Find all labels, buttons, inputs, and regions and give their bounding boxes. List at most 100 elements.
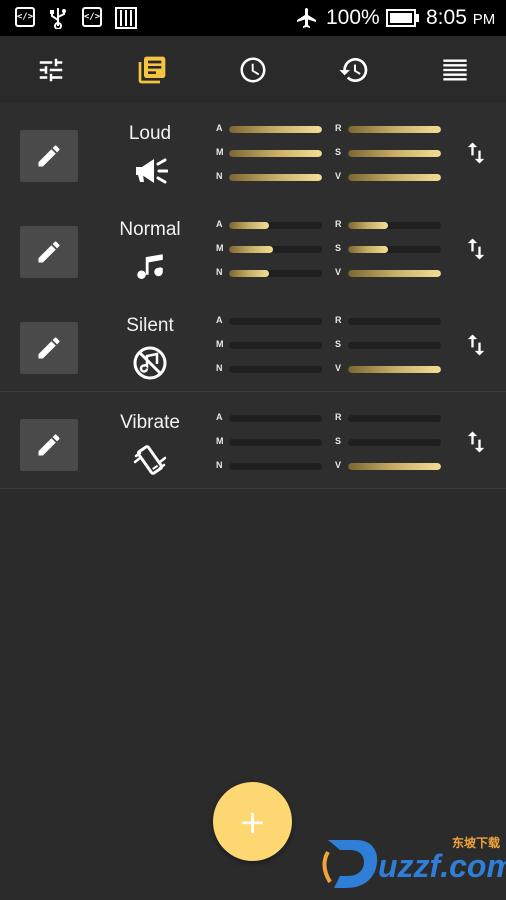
level-bar [348, 366, 441, 373]
reorder-button[interactable] [458, 135, 494, 171]
edit-profile-button[interactable] [20, 226, 78, 278]
level-bar-fill [348, 174, 441, 181]
level-label: A [216, 315, 223, 325]
level-label: M [216, 436, 224, 446]
level-bar [229, 174, 322, 181]
profile-name: Silent [126, 315, 174, 336]
level-label: V [335, 363, 342, 373]
level-label: N [216, 171, 223, 181]
watermark-brand: uzzf.com [378, 848, 506, 884]
level-bar [348, 150, 441, 157]
battery-icon [386, 9, 419, 27]
level-bar-fill [229, 246, 273, 253]
pencil-icon [38, 145, 60, 167]
level-label: N [216, 460, 223, 470]
level-label: A [216, 219, 223, 229]
add-profile-button[interactable]: + [213, 782, 292, 861]
level-bar [348, 318, 441, 325]
clock-icon [240, 57, 265, 82]
level-bar [229, 366, 322, 373]
profile-row[interactable]: Normal A M N R S V [0, 199, 506, 296]
level-bar [348, 126, 441, 133]
list-icon [442, 59, 467, 80]
level-label: A [216, 123, 223, 133]
level-bar [229, 126, 322, 133]
reorder-button[interactable] [458, 327, 494, 363]
level-bar-fill [348, 126, 441, 133]
level-label: N [216, 363, 223, 373]
tab-list[interactable] [404, 36, 505, 103]
level-bar [229, 439, 322, 446]
level-bar-fill [348, 270, 441, 277]
level-bar [229, 342, 322, 349]
level-label: R [335, 315, 342, 325]
status-bar: </> </> 100% 8:05 PM [0, 0, 506, 36]
battery-percent: 100% [326, 6, 380, 29]
tab-profiles[interactable] [101, 36, 202, 103]
level-label: R [335, 123, 342, 133]
level-bar [229, 318, 322, 325]
pencil-icon [38, 241, 60, 263]
level-bar [348, 342, 441, 349]
vibrate-icon [130, 442, 170, 478]
level-bar-fill [229, 270, 269, 277]
toolbar [0, 36, 506, 103]
level-bar-fill [348, 222, 388, 229]
edit-profile-button[interactable] [20, 419, 78, 471]
profile-row[interactable]: Vibrate A M N R S V [0, 392, 506, 489]
music-off-icon [130, 345, 170, 381]
level-bar [229, 222, 322, 229]
level-label: N [216, 267, 223, 277]
watermark-emblem-icon [322, 840, 378, 888]
music-note-icon [130, 249, 170, 285]
profile-name: Loud [128, 123, 172, 144]
time-suffix: PM [472, 11, 496, 28]
level-label: R [335, 412, 342, 422]
time-value: 8:05 [426, 6, 467, 29]
level-bar [229, 246, 322, 253]
level-bar-fill [348, 366, 441, 373]
sim-icon [115, 7, 137, 29]
edit-profile-button[interactable] [20, 130, 78, 182]
level-label: R [335, 219, 342, 229]
level-label: S [335, 339, 342, 349]
level-label: V [335, 460, 342, 470]
swap-vert-icon [467, 142, 485, 164]
level-label: S [335, 436, 342, 446]
edit-profile-button[interactable] [20, 322, 78, 374]
code-icon: </> [82, 7, 102, 27]
tab-history[interactable] [303, 36, 404, 103]
profile-name: Normal [119, 219, 181, 240]
level-label: A [216, 412, 223, 422]
level-label: S [335, 243, 342, 253]
level-bar [348, 174, 441, 181]
level-label: V [335, 171, 342, 181]
swap-vert-icon [467, 431, 485, 453]
level-bar-fill [348, 463, 441, 470]
tab-schedule[interactable] [202, 36, 303, 103]
pencil-icon [38, 434, 60, 456]
reorder-button[interactable] [458, 424, 494, 460]
code-icon: </> [15, 7, 35, 27]
clock-time: 8:05 PM [426, 6, 495, 30]
level-label: M [216, 147, 224, 157]
usb-icon [50, 8, 66, 29]
level-bar [229, 463, 322, 470]
airplane-mode-icon [297, 8, 316, 28]
profile-row[interactable]: Loud A M N R S V [0, 103, 506, 200]
level-bar [348, 439, 441, 446]
swap-vert-icon [467, 238, 485, 260]
profile-row[interactable]: Silent A M N R S V [0, 295, 506, 392]
tab-tune[interactable] [0, 36, 101, 103]
history-icon [338, 57, 367, 82]
level-bar-fill [229, 150, 322, 157]
level-bar-fill [229, 222, 269, 229]
profile-name: Vibrate [120, 412, 180, 433]
watermark-tagline: 东坡下载 [452, 836, 501, 850]
level-bar [348, 415, 441, 422]
level-bar [348, 246, 441, 253]
reorder-button[interactable] [458, 231, 494, 267]
level-label: V [335, 267, 342, 277]
level-bar [348, 270, 441, 277]
watermark-logo: uzzf.com 东坡下载 [320, 832, 506, 894]
